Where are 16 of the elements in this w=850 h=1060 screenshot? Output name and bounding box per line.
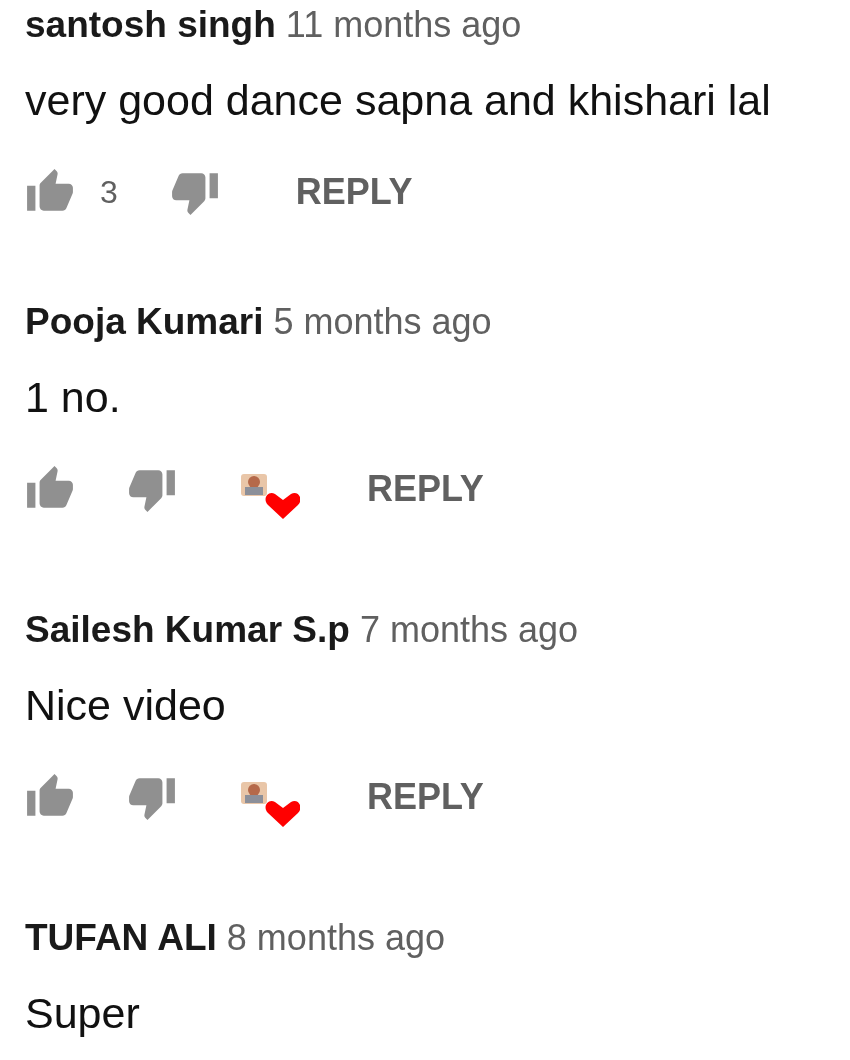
comment-time[interactable]: 7 months ago xyxy=(359,609,579,651)
author-name[interactable]: santosh singh xyxy=(25,4,276,46)
comment-time[interactable]: 8 months ago xyxy=(226,917,445,959)
comment-time[interactable]: 11 months ago xyxy=(285,4,522,46)
author-name[interactable]: Sailesh Kumar S.p xyxy=(25,609,350,651)
comment-time[interactable]: 5 months ago xyxy=(273,301,492,343)
comment-text: very good dance sapna and khishari lal xyxy=(25,75,772,126)
reply-button[interactable]: REPLY xyxy=(283,163,425,221)
author-name[interactable]: Pooja Kumari xyxy=(25,301,264,343)
comment-text: 1 no. xyxy=(25,372,122,423)
author-name[interactable]: TUFAN ALI xyxy=(25,917,217,959)
comment-text: Super xyxy=(25,988,141,1039)
like-count: 3 xyxy=(100,173,118,211)
reply-button[interactable]: REPLY xyxy=(355,768,496,826)
comment-text: Nice video xyxy=(25,680,227,731)
reply-button[interactable]: REPLY xyxy=(355,460,496,518)
